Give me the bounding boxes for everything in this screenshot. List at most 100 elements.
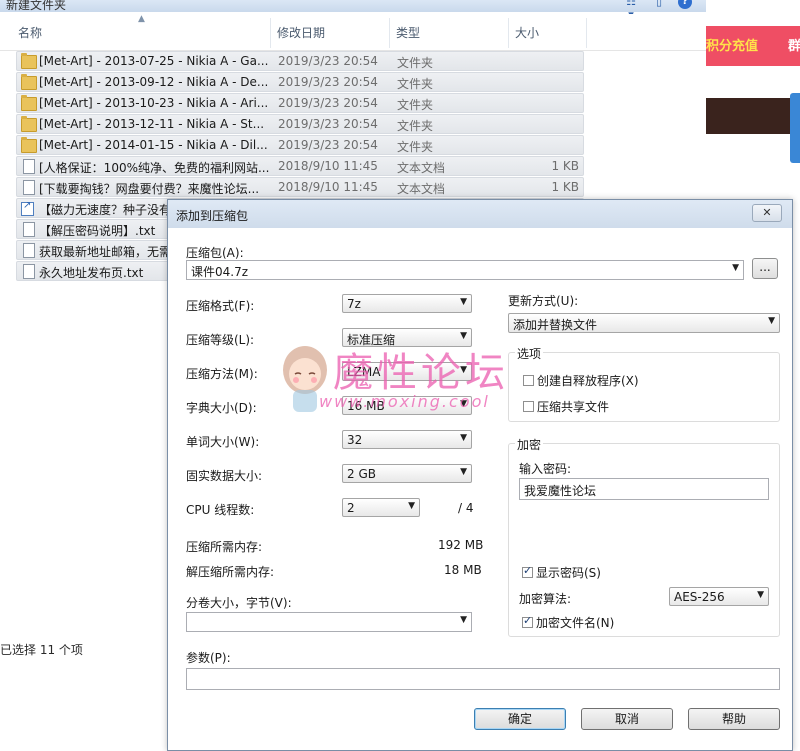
file-row[interactable]: [Met-Art] - 2013-09-12 - Nikia A - De...… — [16, 72, 584, 92]
method-value: LZMA — [347, 365, 381, 379]
file-row[interactable]: [人格保证：100%纯净、免费的福利网站... 2018/9/10 11:45 文本… — [16, 156, 584, 176]
decompress-memory-label: 解压缩所需内存: — [186, 565, 275, 579]
file-row[interactable]: [Met-Art] - 2014-01-15 - Nikia A - Dil..… — [16, 135, 584, 155]
chevron-down-icon: ▼ — [768, 316, 775, 326]
dictionary-select[interactable]: 16 MB ▼ — [342, 396, 472, 415]
options-group-title: 选项 — [515, 345, 544, 362]
password-label: 输入密码: — [519, 462, 572, 476]
chevron-down-icon: ▼ — [408, 501, 415, 511]
encryption-method-select[interactable]: AES-256 ▼ — [669, 587, 769, 606]
show-password-label[interactable]: 显示密码(S) — [536, 564, 601, 581]
show-password-checkbox[interactable] — [522, 564, 533, 578]
level-select[interactable]: 标准压缩 ▼ — [342, 328, 472, 347]
volume-size-label: 分卷大小，字节(V): — [186, 596, 292, 610]
folder-icon — [21, 53, 37, 69]
ok-button[interactable]: 确定 — [474, 708, 566, 730]
column-divider[interactable] — [389, 18, 390, 48]
word-size-select[interactable]: 32 ▼ — [342, 430, 472, 449]
text-file-icon — [23, 264, 35, 279]
help-icon[interactable]: ? — [678, 0, 692, 9]
file-type: 文件夹 — [397, 56, 434, 70]
close-button[interactable]: ✕ — [752, 204, 782, 222]
level-label: 压缩等级(L): — [186, 333, 255, 347]
chevron-down-icon: ▼ — [460, 297, 467, 307]
preview-pane-icon[interactable]: ▯ — [650, 0, 668, 9]
password-value: 我爱魔性论坛 — [524, 484, 597, 498]
compress-shared-label[interactable]: 压缩共享文件 — [537, 398, 609, 415]
column-headers: ▲ 名称 修改日期 类型 大小 — [0, 14, 706, 51]
browse-button[interactable]: ... — [752, 258, 778, 279]
level-value: 标准压缩 — [347, 333, 396, 347]
view-options-icon[interactable]: ☷ ▾ — [622, 0, 640, 21]
folder-icon — [21, 116, 37, 132]
update-mode-value: 添加并替换文件 — [513, 318, 598, 332]
decompress-memory-value: 18 MB — [444, 563, 482, 577]
column-divider[interactable] — [270, 18, 271, 48]
archive-label: 压缩包(A): — [186, 246, 244, 260]
file-row[interactable]: [Met-Art] - 2013-07-25 - Nikia A - Ga...… — [16, 51, 584, 71]
file-row[interactable]: [下载要掏钱？网盘要付费？来魔性论坛... 2018/9/10 11:45 文本文档… — [16, 177, 584, 197]
site-navbar — [706, 98, 800, 134]
password-input[interactable]: 我爱魔性论坛 — [519, 478, 769, 500]
file-row[interactable]: [Met-Art] - 2013-12-11 - Nikia A - St...… — [16, 114, 584, 134]
chevron-down-icon[interactable]: ▼ — [732, 263, 739, 273]
format-select[interactable]: 7z ▼ — [342, 294, 472, 313]
file-name: [Met-Art] - 2014-01-15 - Nikia A - Dil..… — [39, 138, 268, 152]
column-header-type[interactable]: 类型 — [396, 24, 420, 40]
parameters-input[interactable] — [186, 668, 780, 690]
cancel-button[interactable]: 取消 — [581, 708, 673, 730]
solid-block-label: 固实数据大小: — [186, 469, 263, 483]
archive-name-combo[interactable]: 课件04.7z ▼ — [186, 260, 744, 280]
file-name: [人格保证：100%纯净、免费的福利网站... — [39, 161, 270, 175]
volume-size-combo[interactable]: ▼ — [186, 612, 472, 632]
encrypt-filenames-label[interactable]: 加密文件名(N) — [536, 614, 614, 631]
compress-shared-checkbox[interactable] — [523, 401, 534, 412]
text-file-icon — [23, 243, 35, 258]
method-select[interactable]: LZMA ▼ — [342, 362, 472, 381]
cpu-threads-label: CPU 线程数: — [186, 503, 255, 517]
create-sfx-label[interactable]: 创建自释放程序(X) — [537, 372, 639, 389]
file-size: 1 KB — [551, 159, 579, 173]
chevron-down-icon: ▼ — [460, 433, 467, 443]
file-name: [Met-Art] - 2013-09-12 - Nikia A - De... — [39, 75, 269, 89]
chevron-down-icon: ▼ — [460, 399, 467, 409]
encryption-method-label: 加密算法: — [519, 592, 572, 606]
column-divider[interactable] — [586, 18, 587, 48]
column-header-size[interactable]: 大小 — [515, 24, 539, 40]
compress-memory-label: 压缩所需内存: — [186, 540, 263, 554]
file-name: [Met-Art] - 2013-07-25 - Nikia A - Ga... — [39, 54, 269, 68]
status-bar-text: 已选择 11 个项 — [0, 643, 83, 657]
parameters-label: 参数(P): — [186, 651, 231, 665]
method-label: 压缩方法(M): — [186, 367, 258, 381]
banner-group-link[interactable]: 群 — [788, 35, 800, 54]
column-divider[interactable] — [508, 18, 509, 48]
column-header-name[interactable]: 名称 — [18, 24, 42, 40]
update-mode-label: 更新方式(U): — [508, 294, 579, 308]
file-date: 2019/3/23 20:54 — [278, 96, 378, 110]
file-row[interactable]: [Met-Art] - 2013-10-23 - Nikia A - Ari..… — [16, 93, 584, 113]
update-mode-select[interactable]: 添加并替换文件 ▼ — [508, 313, 780, 333]
dialog-title: 添加到压缩包 — [176, 209, 249, 223]
cpu-threads-total: / 4 — [458, 501, 474, 515]
create-sfx-checkbox[interactable] — [523, 375, 534, 386]
explorer-toolbar: ☷ ▾ ▯ ? — [622, 0, 692, 21]
file-type: 文本文档 — [397, 161, 446, 175]
chevron-down-icon: ▼ — [757, 590, 764, 600]
column-header-date[interactable]: 修改日期 — [277, 24, 325, 40]
solid-block-select[interactable]: 2 GB ▼ — [342, 464, 472, 483]
encrypt-filenames-checkbox[interactable] — [522, 614, 533, 628]
help-button[interactable]: 帮助 — [688, 708, 780, 730]
folder-icon — [21, 137, 37, 153]
file-date: 2018/9/10 11:45 — [278, 159, 378, 173]
side-widget-tab[interactable] — [790, 93, 800, 163]
chevron-down-icon: ▼ — [460, 331, 467, 341]
file-date: 2019/3/23 20:54 — [278, 75, 378, 89]
add-to-archive-dialog: 添加到压缩包 ✕ 压缩包(A): 课件04.7z ▼ ... 压缩格式(F): … — [167, 199, 793, 751]
compress-memory-value: 192 MB — [438, 538, 484, 552]
banner-recharge-link[interactable]: 积分充值 — [706, 35, 758, 54]
cpu-threads-select[interactable]: 2 ▼ — [342, 498, 420, 517]
file-size: 1 KB — [551, 180, 579, 194]
archive-name-value: 课件04.7z — [191, 265, 249, 279]
chevron-down-icon: ▼ — [460, 467, 467, 477]
dialog-titlebar[interactable]: 添加到压缩包 ✕ — [168, 200, 792, 228]
